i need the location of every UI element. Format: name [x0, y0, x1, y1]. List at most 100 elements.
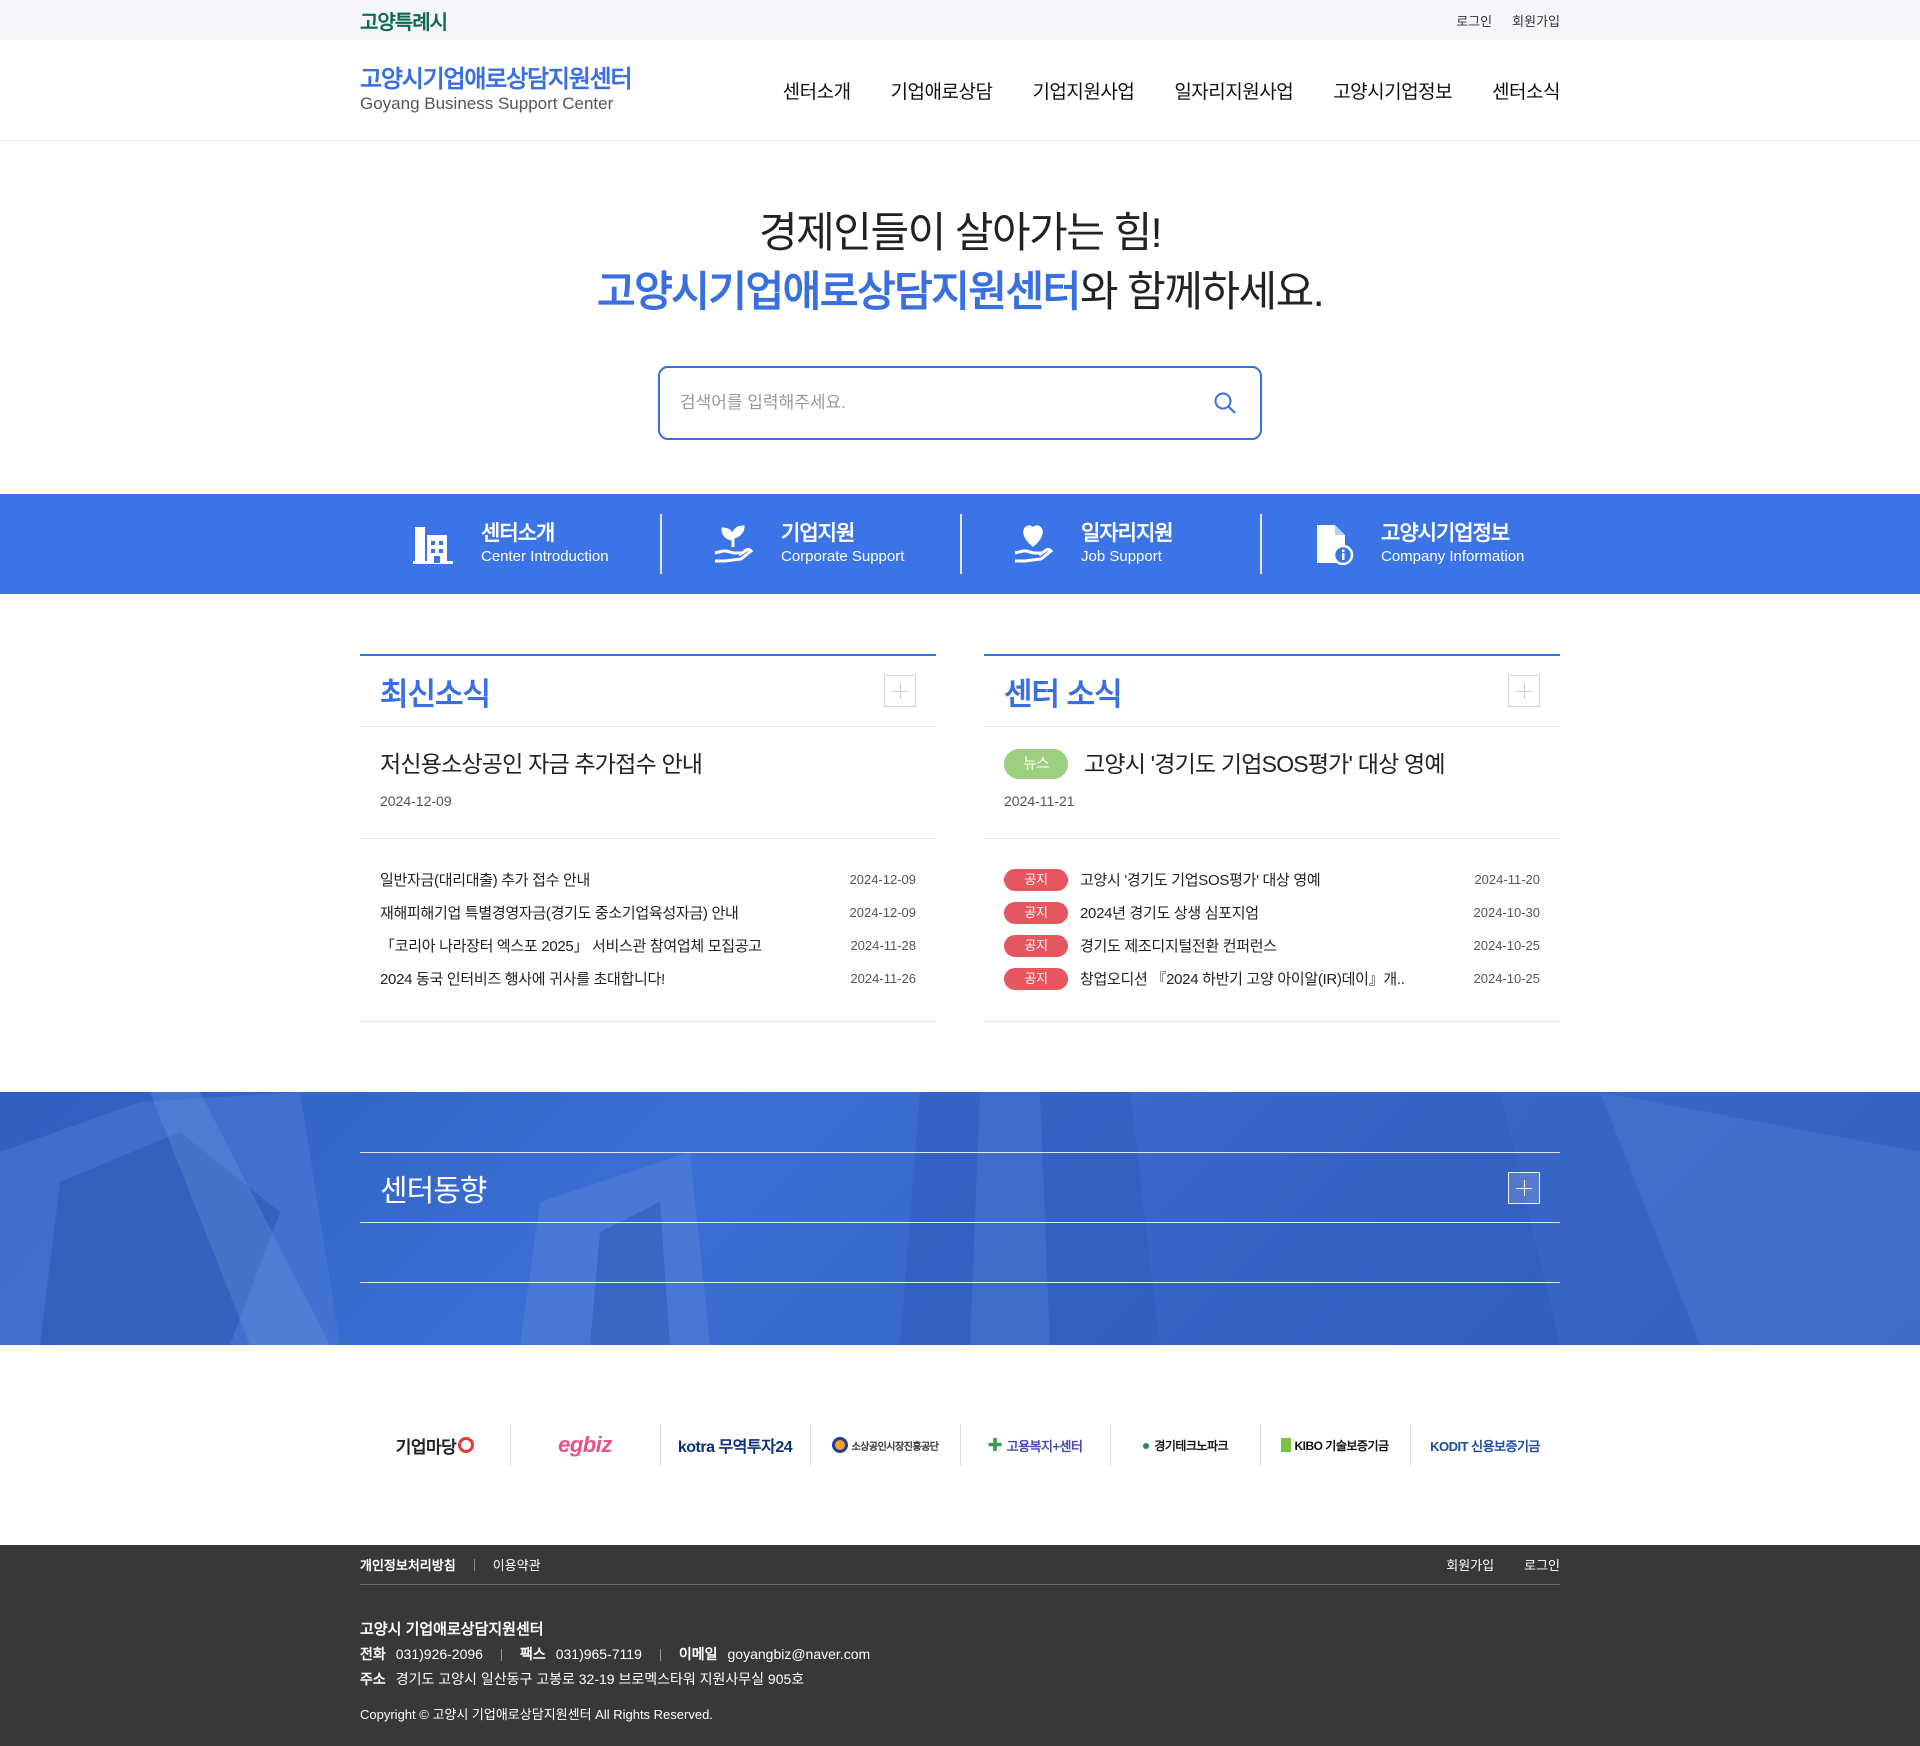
- building-icon: [410, 521, 456, 567]
- hero-subheadline: 고양시기업애로상담지원센터와 함께하세요.: [0, 262, 1920, 322]
- footer-account-links: 회원가입 로그인: [1446, 1555, 1560, 1574]
- list-item-date: 2024-12-09: [849, 872, 917, 887]
- site-header: 고양시기업애로상담지원센터 Goyang Business Support Ce…: [0, 40, 1920, 141]
- list-item[interactable]: 공지 고양시 '경기도 기업SOS평가' 대상 영예 2024-11-20: [1004, 863, 1540, 896]
- nav-company-info[interactable]: 고양시기업정보: [1333, 77, 1452, 104]
- list-item-title-row: 공지 경기도 제조디지털전환 컨퍼런스: [1004, 934, 1277, 957]
- quick-title: 고양시기업정보: [1381, 522, 1510, 545]
- partner-bizinfo-logo[interactable]: 기업마당: [360, 1424, 510, 1466]
- nav-center-intro[interactable]: 센터소개: [783, 77, 851, 104]
- list-item[interactable]: 공지 창업오디션 『2024 하반기 고양 아이알(IR)데이』개.. 2024…: [1004, 962, 1540, 995]
- search-input[interactable]: [680, 393, 1210, 413]
- trend-header: 센터동향: [360, 1152, 1560, 1223]
- nav-job-support[interactable]: 일자리지원사업: [1174, 77, 1293, 104]
- partner-gtp-logo[interactable]: ● 경기테크노파크: [1110, 1424, 1260, 1466]
- board-title: 센터 소식: [1004, 676, 1123, 712]
- footer-signup-link[interactable]: 회원가입: [1446, 1555, 1494, 1574]
- main-nav: 센터소개 기업애로상담 기업지원사업 일자리지원사업 고양시기업정보 센터소식: [783, 77, 1561, 104]
- city-logo[interactable]: 고양특례시: [360, 6, 448, 35]
- terms-link[interactable]: 이용약관: [493, 1555, 541, 1574]
- post-list: 일반자금(대리대출) 추가 접수 안내 2024-12-09 재해피해기업 특별…: [360, 839, 936, 995]
- trend-section: 센터동향: [0, 1092, 1920, 1345]
- search-button[interactable]: [1210, 388, 1240, 418]
- notice-badge: 공지: [1004, 967, 1068, 990]
- heart-hand-icon: [1010, 521, 1056, 567]
- footer-address-row: 주소 경기도 고양시 일산동구 고봉로 32-19 브로멕스타워 지원사무실 9…: [360, 1667, 1560, 1692]
- list-item[interactable]: 2024 동국 인터비즈 행사에 귀사를 초대합니다! 2024-11-26: [380, 962, 916, 995]
- featured-post[interactable]: 저신용소상공인 자금 추가접수 안내 2024-12-09: [360, 727, 936, 839]
- board-header: 최신소식: [360, 656, 936, 727]
- fax-label: 팩스: [519, 1646, 546, 1662]
- quick-title: 일자리지원: [1081, 522, 1174, 545]
- partner-label: 소상공인시장진흥공단: [851, 1441, 940, 1453]
- list-item-date: 2024-10-25: [1473, 971, 1541, 986]
- list-item[interactable]: 공지 2024년 경기도 상생 심포지엄 2024-10-30: [1004, 896, 1540, 929]
- quick-center-intro[interactable]: 센터소개 Center Introduction: [360, 514, 660, 574]
- featured-date: 2024-12-09: [380, 793, 452, 809]
- partner-label: 고용복지+센터: [1006, 1438, 1083, 1454]
- list-item-title-row: 공지 2024년 경기도 상생 심포지엄: [1004, 901, 1259, 924]
- partner-kodit-logo[interactable]: KODIT 신용보증기금: [1410, 1424, 1560, 1466]
- featured-title-row: 뉴스 고양시 '경기도 기업SOS평가' 대상 영예: [1004, 747, 1540, 781]
- list-item[interactable]: 「코리아 나라장터 엑스포 2025」 서비스관 참여업체 모집공고 2024-…: [380, 929, 916, 962]
- more-button[interactable]: [884, 675, 916, 707]
- featured-date: 2024-11-21: [1004, 793, 1075, 809]
- fax-value: 031)965-7119: [555, 1646, 642, 1662]
- list-item-title: 일반자금(대리대출) 추가 접수 안내: [380, 872, 590, 889]
- divider: [500, 1648, 502, 1661]
- partner-label: 경기테크노파크: [1154, 1438, 1229, 1453]
- footer-org-name: 고양시 기업애로상담지원센터: [360, 1621, 544, 1638]
- latest-news-board: 최신소식 저신용소상공인 자금 추가접수 안내 2024-12-09 일반자금(…: [360, 654, 936, 1022]
- search-box: [658, 366, 1262, 440]
- board-title: 최신소식: [380, 676, 491, 712]
- partner-semas-logo[interactable]: 소상공인시장진흥공단: [810, 1424, 960, 1466]
- partner-label: egbiz: [558, 1432, 612, 1457]
- quick-job-support[interactable]: 일자리지원 Job Support: [960, 514, 1260, 574]
- divider: [659, 1648, 661, 1661]
- partner-workplus-logo[interactable]: ✚ 고용복지+센터: [960, 1424, 1110, 1466]
- kibo-emblem-icon: [1281, 1438, 1292, 1452]
- site-logo-korean: 고양시기업애로상담지원센터: [360, 66, 633, 93]
- quick-subtitle: Company Information: [1381, 548, 1525, 565]
- featured-post[interactable]: 뉴스 고양시 '경기도 기업SOS평가' 대상 영예 2024-11-21: [984, 727, 1560, 839]
- list-item-date: 2024-12-09: [849, 905, 917, 920]
- notice-badge: 공지: [1004, 901, 1068, 924]
- more-button[interactable]: [1508, 675, 1540, 707]
- partner-kotra-logo[interactable]: kotra 무역투자24: [660, 1424, 810, 1466]
- site-logo[interactable]: 고양시기업애로상담지원센터 Goyang Business Support Ce…: [360, 66, 633, 114]
- email-label: 이메일: [678, 1646, 718, 1662]
- email-value: goyangbiz@naver.com: [727, 1646, 871, 1662]
- footer-top: 개인정보처리방침 이용약관 회원가입 로그인: [360, 1545, 1560, 1585]
- trend-more-button[interactable]: [1508, 1171, 1540, 1204]
- top-login-link[interactable]: 로그인: [1456, 11, 1492, 30]
- copyright: Copyright © 고양시 기업애로상담지원센터 All Rights Re…: [360, 1707, 713, 1722]
- site-logo-english: Goyang Business Support Center: [360, 94, 614, 113]
- notice-badge: 공지: [1004, 934, 1068, 957]
- top-signup-link[interactable]: 회원가입: [1512, 11, 1560, 30]
- list-item-title: 2024 동국 인터비즈 행사에 귀사를 초대합니다!: [380, 971, 665, 988]
- quick-subtitle: Job Support: [1081, 548, 1162, 565]
- list-item-title-row: 공지 고양시 '경기도 기업SOS평가' 대상 영예: [1004, 868, 1320, 891]
- nav-consulting[interactable]: 기업애로상담: [891, 77, 993, 104]
- footer-login-link[interactable]: 로그인: [1524, 1555, 1560, 1574]
- document-info-icon: [1310, 521, 1356, 567]
- footer-links: 개인정보처리방침 이용약관: [360, 1555, 541, 1574]
- list-item[interactable]: 공지 경기도 제조디지털전환 컨퍼런스 2024-10-25: [1004, 929, 1540, 962]
- nav-business-support[interactable]: 기업지원사업: [1032, 77, 1134, 104]
- list-item[interactable]: 재해피해기업 특별경영자금(경기도 중소기업육성자금) 안내 2024-12-0…: [380, 896, 916, 929]
- privacy-policy-link[interactable]: 개인정보처리방침: [360, 1555, 456, 1574]
- notice-badge: 공지: [1004, 868, 1068, 891]
- partner-egbiz-logo[interactable]: egbiz: [510, 1424, 660, 1466]
- nav-center-news[interactable]: 센터소식: [1492, 77, 1560, 104]
- address-value: 경기도 고양시 일산동구 고봉로 32-19 브로멕스타워 지원사무실 905호: [395, 1671, 805, 1687]
- partner-kibo-logo[interactable]: KIBO 기술보증기금: [1260, 1424, 1410, 1466]
- site-footer: 개인정보처리방침 이용약관 회원가입 로그인 고양시 기업애로상담지원센터 전화…: [0, 1545, 1920, 1746]
- list-item[interactable]: 일반자금(대리대출) 추가 접수 안내 2024-12-09: [380, 863, 916, 896]
- quick-company-info[interactable]: 고양시기업정보 Company Information: [1260, 514, 1560, 574]
- quick-corporate-support[interactable]: 기업지원 Corporate Support: [660, 514, 960, 574]
- post-list: 공지 고양시 '경기도 기업SOS평가' 대상 영예 2024-11-20 공지…: [984, 839, 1560, 995]
- magnifier-icon: [458, 1437, 475, 1453]
- partner-banners: 기업마당 egbiz kotra 무역투자24 소상공인시장진흥공단 ✚ 고용복…: [0, 1345, 1920, 1545]
- hero-section: 경제인들이 살아가는 힘! 고양시기업애로상담지원센터와 함께하세요.: [0, 141, 1920, 494]
- partner-label: kotra 무역투자24: [677, 1439, 793, 1456]
